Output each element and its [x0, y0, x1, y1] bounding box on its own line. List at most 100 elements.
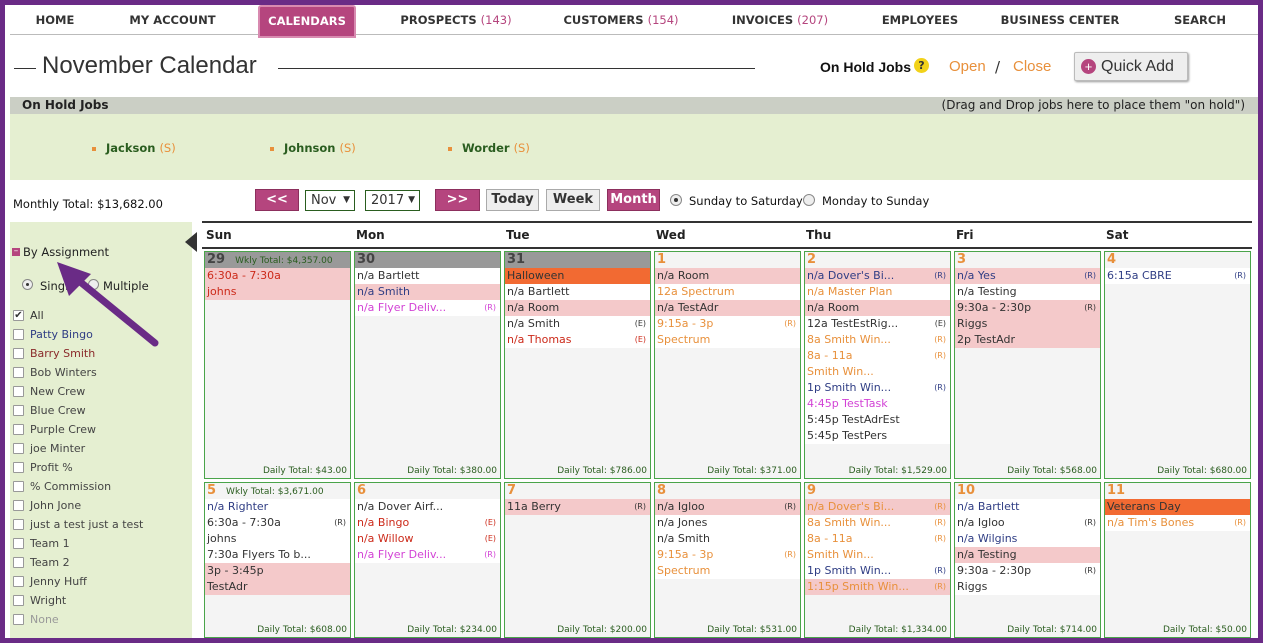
- nav-customers[interactable]: CUSTOMERS (154): [546, 5, 696, 35]
- calendar-event[interactable]: 8a - 11a (R): [805, 531, 950, 547]
- calendar-event[interactable]: n/a Igloo (R): [655, 499, 800, 515]
- calendar-event[interactable]: Halloween: [505, 268, 650, 284]
- calendar-event[interactable]: TestAdr: [205, 579, 350, 595]
- calendar-event[interactable]: 6:15a CBRE (R): [1105, 268, 1250, 284]
- day-cell[interactable]: 3 n/a Yes (R) n/a Testing 9:30a - 2:30p (R) Ri…: [954, 251, 1101, 479]
- day-cell[interactable]: 5 Wkly Total: $3,671.00 n/a Righter 6:30a -…: [204, 482, 351, 638]
- calendar-event[interactable]: 8a Smith Win... (R): [805, 332, 950, 348]
- year-select[interactable]: 2017 ▼: [365, 190, 420, 211]
- checkbox[interactable]: [13, 595, 24, 606]
- nav-calendars[interactable]: CALENDARS: [258, 5, 356, 38]
- calendar-event[interactable]: 6:30a - 7:30a: [205, 268, 350, 284]
- month-view-button[interactable]: Month: [607, 189, 660, 211]
- nav-prospects[interactable]: PROSPECTS (143): [366, 5, 546, 35]
- day-cell[interactable]: 7 11a Berry (R) Daily Total: $200.00: [504, 482, 651, 638]
- calendar-event[interactable]: n/a Bartlett: [355, 268, 500, 284]
- nav-business-center[interactable]: BUSINESS CENTER: [990, 5, 1130, 35]
- calendar-event[interactable]: n/a Room: [505, 300, 650, 316]
- nav-employees[interactable]: EMPLOYEES: [870, 5, 970, 35]
- radio-sunday-to-saturday[interactable]: [670, 194, 682, 206]
- on-hold-job[interactable]: Worder (S): [448, 141, 530, 155]
- week-view-button[interactable]: Week: [546, 189, 600, 211]
- calendar-event[interactable]: 12a TestEstRig... (E): [805, 316, 950, 332]
- calendar-event[interactable]: n/a Thomas (E): [505, 332, 650, 348]
- calendar-event[interactable]: 5:45p TestPers: [805, 428, 950, 444]
- collapse-sidebar-icon[interactable]: [185, 232, 197, 252]
- calendar-event[interactable]: n/a Testing: [955, 547, 1100, 563]
- day-cell[interactable]: 31 Halloween n/a Bartlett n/a Room n/a Smith…: [504, 251, 651, 479]
- calendar-event[interactable]: n/a Master Plan: [805, 284, 950, 300]
- on-hold-job[interactable]: Johnson (S): [270, 141, 356, 155]
- calendar-event[interactable]: n/a Flyer Deliv... (R): [355, 300, 500, 316]
- quick-add-button[interactable]: + Quick Add: [1074, 52, 1188, 81]
- calendar-event[interactable]: Riggs: [955, 316, 1100, 332]
- calendar-event[interactable]: 8a Smith Win... (R): [805, 515, 950, 531]
- calendar-event[interactable]: 8a - 11a (R): [805, 348, 950, 364]
- calendar-event[interactable]: n/a Bartlett: [505, 284, 650, 300]
- calendar-event[interactable]: johns: [205, 531, 350, 547]
- calendar-event[interactable]: n/a Yes (R): [955, 268, 1100, 284]
- checkbox[interactable]: [13, 329, 24, 340]
- calendar-event[interactable]: Riggs: [955, 579, 1100, 595]
- calendar-event[interactable]: 9:15a - 3p (R): [655, 547, 800, 563]
- calendar-event[interactable]: 6:30a - 7:30a (R): [205, 515, 350, 531]
- day-cell[interactable]: 6 n/a Dover Airf... n/a Bingo (E) n/a Willow…: [354, 482, 501, 638]
- calendar-event[interactable]: Spectrum: [655, 332, 800, 348]
- calendar-event[interactable]: Spectrum: [655, 563, 800, 579]
- calendar-event[interactable]: n/a Bingo (E): [355, 515, 500, 531]
- help-icon[interactable]: ?: [914, 58, 929, 73]
- calendar-event[interactable]: n/a Smith: [655, 531, 800, 547]
- calendar-event[interactable]: n/a Dover's Bi... (R): [805, 499, 950, 515]
- day-cell[interactable]: 2 n/a Dover's Bi... (R) n/a Master Plan n/a …: [804, 251, 951, 479]
- calendar-event[interactable]: johns: [205, 284, 350, 300]
- nav-search[interactable]: SEARCH: [1160, 5, 1240, 35]
- day-cell[interactable]: 9 n/a Dover's Bi... (R) 8a Smith Win... (R) 8…: [804, 482, 951, 638]
- day-cell[interactable]: 30 n/a Bartlett n/a Smith n/a Flyer Deliv..…: [354, 251, 501, 479]
- calendar-event[interactable]: Smith Win...: [805, 547, 950, 563]
- calendar-event[interactable]: Veterans Day: [1105, 499, 1250, 515]
- checkbox[interactable]: [13, 557, 24, 568]
- checkbox[interactable]: [13, 500, 24, 511]
- today-button[interactable]: Today: [486, 189, 539, 211]
- calendar-event[interactable]: 1p Smith Win... (R): [805, 563, 950, 579]
- checkbox[interactable]: [13, 614, 24, 625]
- calendar-event[interactable]: 1:15p Smith Win... (R): [805, 579, 950, 595]
- open-link[interactable]: Open: [949, 58, 986, 75]
- prev-month-button[interactable]: <<: [255, 189, 299, 211]
- calendar-event[interactable]: n/a Smith: [355, 284, 500, 300]
- calendar-event[interactable]: n/a Bartlett: [955, 499, 1100, 515]
- on-hold-drop-area[interactable]: Jackson (S) Johnson (S) Worder (S): [10, 114, 1258, 180]
- checkbox[interactable]: [13, 367, 24, 378]
- calendar-event[interactable]: n/a Room: [805, 300, 950, 316]
- calendar-event[interactable]: n/a Smith (E): [505, 316, 650, 332]
- day-cell[interactable]: 29 Wkly Total: $4,357.00 6:30a - 7:30a john…: [204, 251, 351, 479]
- nav-home[interactable]: HOME: [15, 5, 95, 35]
- calendar-event[interactable]: 4:45p TestTask: [805, 396, 950, 412]
- calendar-event[interactable]: 9:30a - 2:30p (R): [955, 563, 1100, 579]
- checkbox[interactable]: [13, 405, 24, 416]
- calendar-event[interactable]: 11a Berry (R): [505, 499, 650, 515]
- single-mode-radio[interactable]: [22, 279, 33, 290]
- checkbox[interactable]: [13, 576, 24, 587]
- calendar-event[interactable]: Smith Win...: [805, 364, 950, 380]
- calendar-event[interactable]: n/a Testing: [955, 284, 1100, 300]
- calendar-event[interactable]: n/a Dover Airf...: [355, 499, 500, 515]
- calendar-event[interactable]: n/a Jones: [655, 515, 800, 531]
- calendar-event[interactable]: n/a Flyer Deliv... (R): [355, 547, 500, 563]
- nav-my-account[interactable]: MY ACCOUNT: [105, 5, 240, 35]
- checkbox[interactable]: [13, 462, 24, 473]
- calendar-event[interactable]: n/a Room: [655, 268, 800, 284]
- day-cell[interactable]: 11 Veterans Day n/a Tim's Bones (R) Daily To…: [1104, 482, 1251, 638]
- checkbox[interactable]: [13, 538, 24, 549]
- calendar-event[interactable]: 7:30a Flyers To b...: [205, 547, 350, 563]
- calendar-event[interactable]: 9:30a - 2:30p (R): [955, 300, 1100, 316]
- calendar-event[interactable]: n/a Righter: [205, 499, 350, 515]
- calendar-event[interactable]: n/a Tim's Bones (R): [1105, 515, 1250, 531]
- day-cell[interactable]: 4 6:15a CBRE (R) Daily Total: $680.00: [1104, 251, 1251, 479]
- checkbox[interactable]: [13, 519, 24, 530]
- checkbox[interactable]: [13, 424, 24, 435]
- day-cell[interactable]: 8 n/a Igloo (R) n/a Jones n/a Smith 9:15a - 3…: [654, 482, 801, 638]
- radio-monday-to-sunday[interactable]: [803, 194, 815, 206]
- checkbox[interactable]: [13, 443, 24, 454]
- minus-icon[interactable]: –: [12, 247, 20, 256]
